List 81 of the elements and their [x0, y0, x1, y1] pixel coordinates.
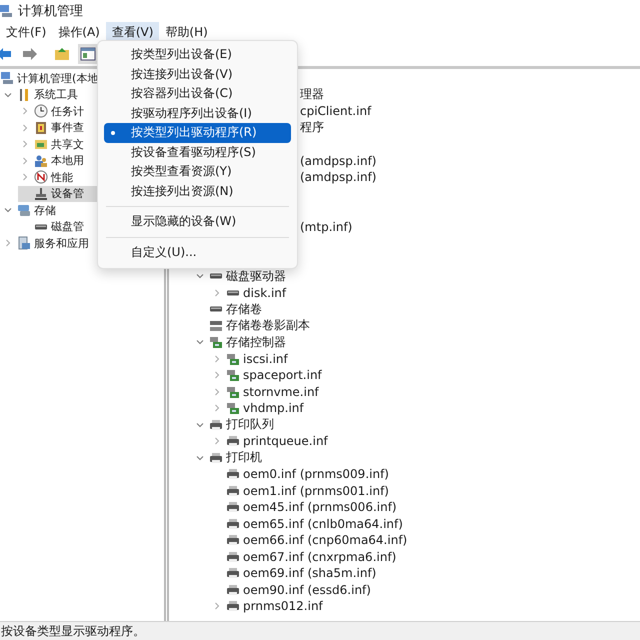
- storage-controller-icon: [226, 401, 240, 416]
- clock-icon: [34, 104, 48, 118]
- tree-item[interactable]: oem69.inf (sha5m.inf): [210, 565, 416, 582]
- printer-icon: [226, 516, 240, 531]
- tree-item[interactable]: disk.inf: [210, 284, 326, 301]
- chevron-down-icon[interactable]: [4, 206, 12, 214]
- disk-drive-icon: [34, 224, 48, 230]
- tree-item[interactable]: stornvme.inf: [210, 384, 359, 400]
- tree-item[interactable]: 打印队列: [193, 416, 314, 433]
- console-tree-button[interactable]: [78, 44, 98, 64]
- volume-shadow-icon: [209, 318, 223, 333]
- tree-item[interactable]: prnms012.inf: [210, 598, 363, 614]
- menu-item[interactable]: 按类型列出设备(E): [104, 45, 291, 64]
- printer-icon: [209, 418, 223, 432]
- services-icon: [17, 236, 31, 250]
- menu-bar-item[interactable]: 文件(F): [0, 22, 52, 42]
- computer-icon: [0, 71, 14, 86]
- shared-folder-icon: [34, 137, 48, 152]
- chevron-down-icon[interactable]: [196, 454, 204, 462]
- tree-item[interactable]: 存储: [1, 202, 96, 218]
- storage-controller-icon: [226, 384, 240, 399]
- performance-icon: [34, 170, 48, 184]
- tree-item[interactable]: printqueue.inf: [210, 433, 368, 450]
- tree-item-text[interactable]: 程序: [300, 119, 324, 136]
- tree-item-text[interactable]: cpiClient.inf: [300, 104, 372, 118]
- chevron-right-icon[interactable]: [212, 602, 220, 610]
- tree-item-text[interactable]: (amdpsp.inf): [300, 154, 376, 168]
- printer-icon: [226, 484, 240, 498]
- menu-bar-item[interactable]: 查看(V): [106, 22, 160, 42]
- menu-item[interactable]: 按连接列出设备(V): [104, 64, 291, 84]
- storage-icon: [17, 203, 31, 218]
- chevron-down-icon[interactable]: [196, 338, 204, 346]
- chevron-right-icon[interactable]: [212, 288, 220, 297]
- tree-item[interactable]: vhdmp.inf: [210, 400, 344, 416]
- printer-icon: [226, 566, 240, 580]
- tools-icon: [17, 88, 31, 102]
- tree-item-text[interactable]: (mtp.inf): [300, 220, 352, 234]
- app-icon: [0, 4, 12, 18]
- chevron-down-icon[interactable]: [196, 272, 204, 280]
- tree-item[interactable]: 存储卷: [193, 301, 302, 318]
- storage-controller-icon: [226, 368, 240, 382]
- printer-icon: [226, 582, 240, 597]
- tree-item[interactable]: oem65.inf (cnlb0ma64.inf): [210, 516, 443, 532]
- tree-item[interactable]: oem0.inf (prnms009.inf): [210, 466, 429, 482]
- menu-bar-item[interactable]: 帮助(H): [159, 22, 214, 42]
- storage-controller-icon: [226, 352, 240, 366]
- menu-bar-item[interactable]: 操作(A): [52, 22, 106, 42]
- tree-item[interactable]: oem1.inf (prnms001.inf): [210, 482, 429, 499]
- disk-drive-icon: [226, 290, 240, 296]
- disk-drive-icon: [209, 306, 223, 312]
- tree-item[interactable]: iscsi.inf: [210, 350, 328, 367]
- window-title: 计算机管理: [18, 3, 83, 20]
- tree-item[interactable]: 磁盘驱动器: [193, 268, 326, 284]
- tree-item[interactable]: oem67.inf (cnxrpma6.inf): [210, 548, 436, 565]
- disk-drive-icon: [209, 273, 223, 280]
- tree-item[interactable]: 存储控制器: [193, 334, 326, 350]
- tree-item[interactable]: 打印机: [193, 450, 302, 466]
- users-icon: [34, 154, 48, 168]
- chevron-down-icon[interactable]: [196, 420, 204, 429]
- menu-item[interactable]: 按类型列出驱动程序(R): [104, 123, 291, 142]
- printer-icon: [226, 550, 240, 564]
- chevron-right-icon[interactable]: [4, 239, 12, 248]
- status-text: 按设备类型显示驱动程序。: [1, 622, 145, 640]
- printer-icon: [226, 533, 240, 548]
- printer-icon: [226, 434, 240, 448]
- chevron-down-icon[interactable]: [4, 90, 12, 99]
- printer-icon: [226, 500, 240, 514]
- tree-item-text[interactable]: (amdpsp.inf): [300, 170, 376, 184]
- tree-item[interactable]: 存储卷卷影副本: [193, 318, 350, 334]
- tree-item-text[interactable]: 理器: [300, 86, 324, 104]
- storage-controller-icon: [209, 335, 223, 350]
- tree-item[interactable]: oem66.inf (cnp60ma64.inf): [210, 532, 448, 548]
- tree-item[interactable]: oem45.inf (prnms006.inf): [210, 499, 437, 516]
- printer-icon: [209, 450, 223, 465]
- event-viewer-icon: [34, 120, 48, 135]
- printer-icon: [226, 467, 240, 482]
- device-manager-icon: [34, 186, 48, 201]
- tree-item[interactable]: spaceport.inf: [210, 367, 362, 384]
- chevron-right-icon[interactable]: [212, 437, 220, 446]
- printer-icon: [226, 599, 240, 614]
- tree-item[interactable]: oem90.inf (essd6.inf): [210, 582, 411, 598]
